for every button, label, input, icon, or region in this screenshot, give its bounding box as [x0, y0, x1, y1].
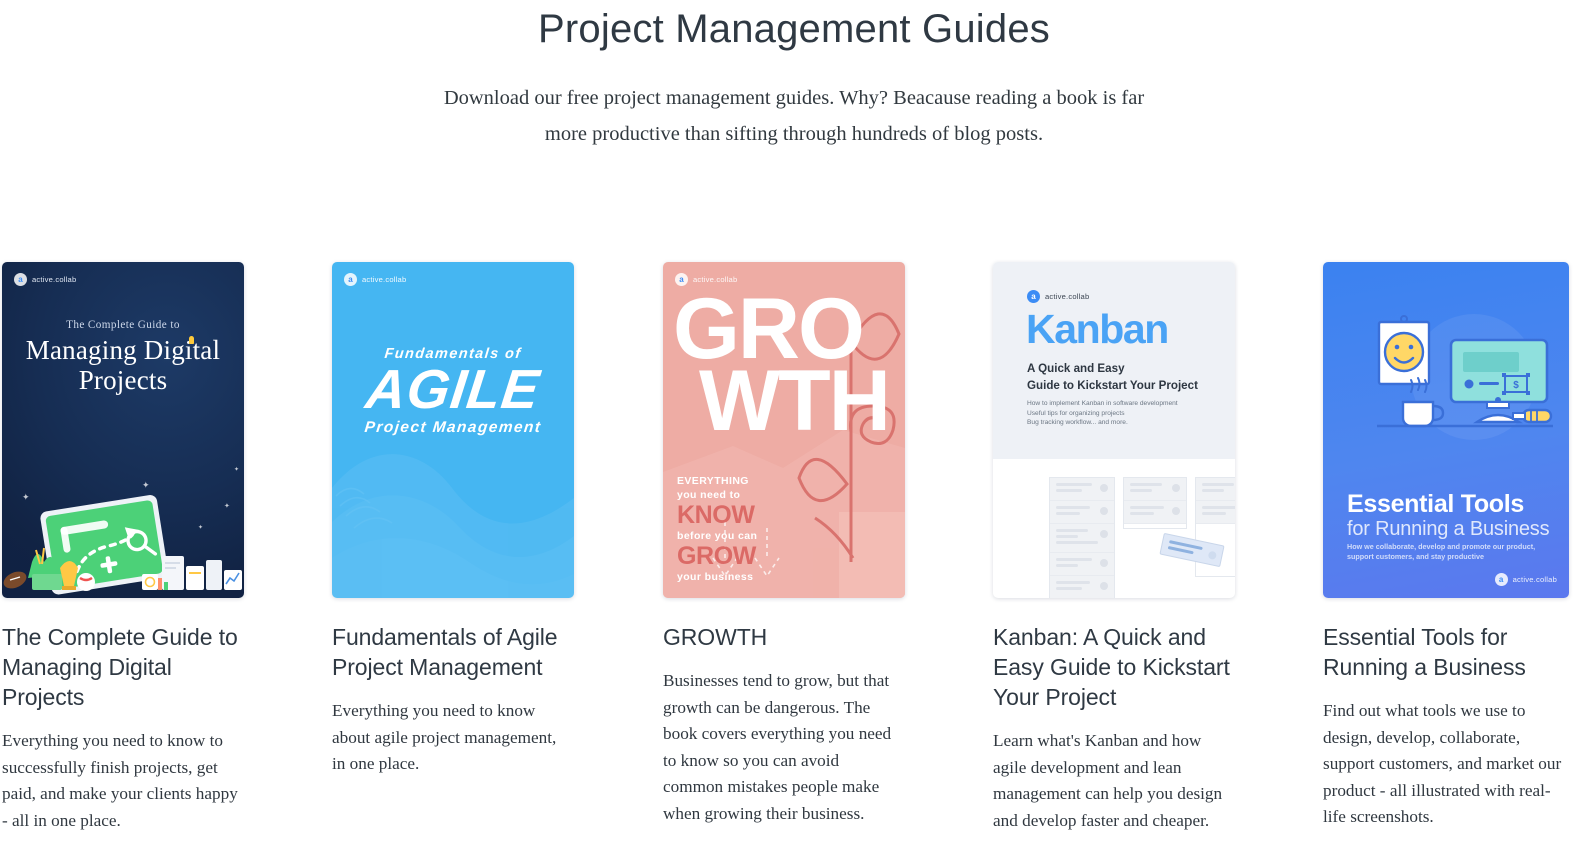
- kanban-card: [1196, 478, 1235, 501]
- book-cover-kanban[interactable]: a active.collab Kanban A Quick and Easy …: [993, 262, 1235, 598]
- tagline-line-5: GROW: [677, 542, 756, 570]
- cover-small-text: How we collaborate, develop and promote …: [1347, 542, 1537, 563]
- cover-title: Managing Digital Projects: [2, 335, 244, 395]
- cover-subtitle-line2: Guide to Kickstart Your Project: [1027, 378, 1198, 392]
- brand-logo: a active.collab: [344, 273, 406, 286]
- cover-bullet-3: Bug tracking workflow... and more.: [1027, 419, 1128, 427]
- guide-description: Businesses tend to grow, but that growth…: [663, 671, 892, 823]
- activecollab-logo-icon: a: [344, 273, 357, 286]
- tagline-line-3: KNOW: [677, 501, 755, 529]
- tagline-line-6: your business: [677, 571, 754, 583]
- cover-title: Kanban: [1026, 306, 1169, 352]
- tagline-line-1: EVERYTHING: [677, 475, 749, 487]
- cover-bullet-list: How to implement Kanban in software deve…: [1027, 399, 1178, 428]
- cover-small-line-1: How we collaborate, develop and promote …: [1347, 542, 1536, 551]
- cover-title: Fundamentals of AGILE Project Management: [332, 346, 574, 437]
- guide-title[interactable]: Fundamentals of Agile Project Management: [332, 622, 572, 682]
- brand-name: active.collab: [32, 275, 77, 284]
- kanban-board-mockup: [993, 467, 1235, 598]
- kanban-card: [1124, 478, 1186, 501]
- guide-description: Find out what tools we use to design, de…: [1323, 701, 1562, 826]
- kanban-card: [1050, 524, 1114, 553]
- cover-subtitle: A Quick and Easy Guide to Kickstart Your…: [1027, 361, 1198, 394]
- cover-subtitle-line1: A Quick and Easy: [1027, 362, 1125, 375]
- svg-text:$: $: [1513, 380, 1519, 391]
- kanban-card: [1050, 553, 1114, 576]
- kanban-card: [1196, 501, 1235, 524]
- guides-page: Project Management Guides Download our f…: [0, 0, 1588, 862]
- activecollab-logo-icon: a: [14, 273, 27, 286]
- cover-title: Essential Tools: [1347, 490, 1525, 518]
- activecollab-logo-icon: a: [675, 273, 688, 286]
- activecollab-logo-icon: a: [1494, 573, 1508, 586]
- guide-title[interactable]: Kanban: A Quick and Easy Guide to Kickst…: [993, 622, 1232, 712]
- tagline-line-2: you need to: [677, 489, 741, 501]
- brand-name: active.collab: [1512, 575, 1557, 584]
- brand-name: active.collab: [1045, 292, 1090, 301]
- cover-small-line-2: support customers, and stay productive: [1347, 552, 1484, 562]
- kanban-column: [1123, 477, 1187, 529]
- guide-description: Learn what's Kanban and how agile develo…: [993, 731, 1223, 830]
- guide-card-kanban[interactable]: a active.collab Kanban A Quick and Easy …: [990, 262, 1320, 834]
- book-cover-managing-digital-projects[interactable]: a active.collab The Complete Guide to Ma…: [2, 262, 244, 598]
- desk-illustration: $: [1377, 315, 1553, 428]
- brand-name: active.collab: [362, 275, 407, 284]
- cover-title-line3: Project Management: [363, 419, 543, 436]
- brand-logo: a active.collab: [14, 273, 76, 286]
- page-title: Project Management Guides: [538, 7, 1050, 51]
- guide-description: Everything you need to know to successfu…: [2, 731, 238, 830]
- cover-word-2: WTH: [699, 353, 891, 449]
- brand-logo: a active.collab: [1027, 290, 1089, 303]
- cover-tagline: EVERYTHING you need to KNOW before you c…: [677, 474, 757, 584]
- guide-description: Everything you need to know about agile …: [332, 701, 557, 773]
- guide-title[interactable]: The Complete Guide to Managing Digital P…: [2, 622, 242, 712]
- kanban-card: [1050, 501, 1114, 524]
- star-icon: ✦: [234, 467, 240, 473]
- kanban-card: [1050, 576, 1114, 598]
- brand-name: active.collab: [693, 275, 738, 284]
- brand-logo: a active.collab: [1494, 573, 1557, 586]
- kanban-card: [1124, 501, 1186, 524]
- wave-illustration: [332, 454, 574, 598]
- kanban-column: [1049, 477, 1115, 598]
- guide-card-essential-tools[interactable]: $ Essential Tools for Running a Business…: [1320, 262, 1588, 834]
- cover-eyebrow: The Complete Guide to: [66, 319, 180, 331]
- cover-bullet-1: How to implement Kanban in software deve…: [1027, 400, 1178, 407]
- cover-bullet-2: Useful tips for organizing projects: [1027, 409, 1125, 417]
- cover-title-line2: Projects: [78, 365, 168, 395]
- guide-card-managing-digital-projects[interactable]: a active.collab The Complete Guide to Ma…: [0, 262, 330, 834]
- page-subtitle: Download our free project management gui…: [443, 87, 1145, 145]
- guide-title[interactable]: GROWTH: [663, 622, 902, 652]
- guide-title[interactable]: Essential Tools for Running a Business: [1323, 622, 1569, 682]
- guide-card-growth[interactable]: a active.collab GRO WTH EVERYTHING you n…: [660, 262, 990, 834]
- kanban-card: [1050, 478, 1114, 501]
- tagline-line-4: before you can: [677, 530, 758, 542]
- cover-subtitle: for Running a Business: [1347, 518, 1550, 540]
- guides-grid: a active.collab The Complete Guide to Ma…: [0, 262, 1588, 834]
- book-cover-fundamentals-of-agile[interactable]: a active.collab Fundamentals of AGILE Pr…: [332, 262, 574, 598]
- lightbulb-icon: [189, 336, 194, 344]
- book-cover-essential-tools[interactable]: $ Essential Tools for Running a Business…: [1323, 262, 1569, 598]
- brand-logo: a active.collab: [675, 273, 737, 286]
- page-header: Project Management Guides Download our f…: [0, 0, 1588, 152]
- cover-title-line2: AGILE: [362, 358, 544, 420]
- book-cover-growth[interactable]: a active.collab GRO WTH EVERYTHING you n…: [663, 262, 905, 598]
- laptop-illustration: [3, 495, 242, 595]
- guide-card-fundamentals-of-agile[interactable]: a active.collab Fundamentals of AGILE Pr…: [330, 262, 660, 834]
- activecollab-logo-icon: a: [1027, 290, 1040, 303]
